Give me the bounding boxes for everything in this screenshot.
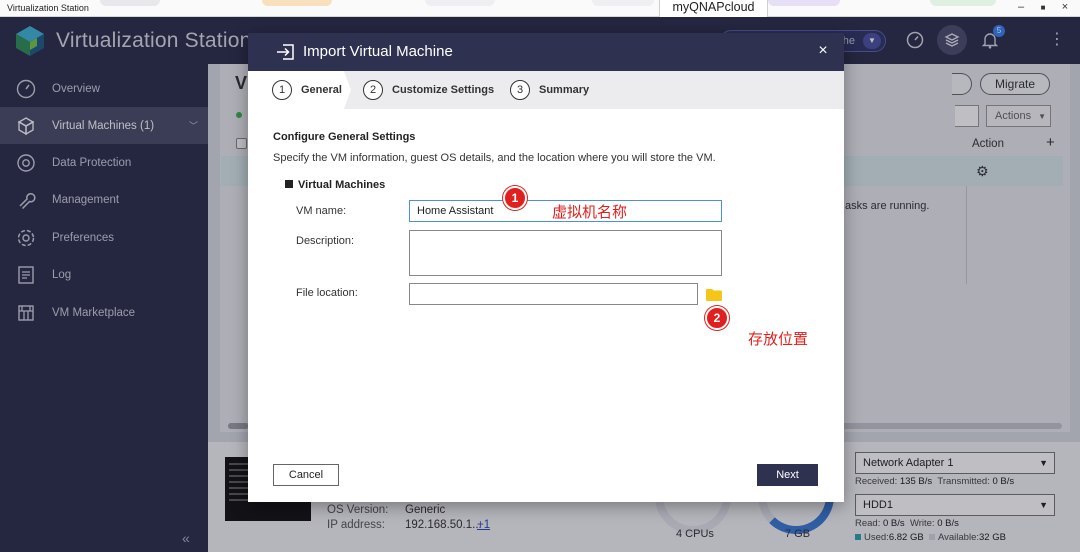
section-title: Configure General Settings [273, 131, 416, 143]
window-title: Virtualization Station [7, 3, 89, 13]
tab-blob [262, 0, 332, 6]
folder-icon[interactable] [706, 288, 722, 301]
myqnapcloud-tab[interactable]: myQNAPcloud [659, 0, 768, 18]
cancel-button[interactable]: Cancel [273, 464, 339, 486]
next-button[interactable]: Next [757, 464, 818, 486]
vm-name-label: VM name: [296, 205, 347, 217]
maximize-button[interactable]: ■ [1036, 1, 1050, 15]
step-label: General [301, 84, 342, 96]
import-vm-dialog: Import Virtual Machine × 1 General 2 Cus… [248, 33, 844, 502]
step-number: 1 [272, 80, 292, 100]
window-titlebar: Virtualization Station myQNAPcloud – ■ × [0, 0, 1080, 18]
close-window-button[interactable]: × [1058, 1, 1072, 15]
step-label: Summary [539, 84, 590, 96]
window-controls: – ■ × [1014, 1, 1072, 15]
step-general[interactable]: 1 General [272, 71, 342, 109]
tab-blob [100, 0, 160, 6]
group-title: Virtual Machines [285, 179, 385, 191]
description-label: Description: [296, 235, 355, 247]
tab-blob [425, 0, 495, 6]
step-customize-settings[interactable]: 2 Customize Settings [363, 71, 494, 109]
file-location-input[interactable] [409, 283, 698, 305]
dialog-title: Import Virtual Machine [303, 43, 453, 60]
description-textarea[interactable] [409, 230, 722, 276]
section-description: Specify the VM information, guest OS det… [273, 152, 716, 164]
annotation-marker-2: 2 [705, 306, 729, 330]
minimize-button[interactable]: – [1014, 1, 1028, 15]
tab-blob [592, 0, 654, 6]
dialog-header: Import Virtual Machine × [248, 33, 844, 71]
annotation-text-1: 虚拟机名称 [552, 204, 628, 221]
step-number: 2 [363, 80, 383, 100]
step-number: 3 [510, 80, 530, 100]
annotation-text-2: 存放位置 [748, 331, 809, 348]
close-icon[interactable]: × [812, 40, 834, 62]
annotation-marker-1: 1 [503, 186, 527, 210]
import-icon [277, 44, 294, 60]
tab-blob [768, 0, 840, 6]
file-location-label: File location: [296, 287, 358, 299]
step-summary[interactable]: 3 Summary [510, 71, 589, 109]
tab-blob [930, 0, 996, 6]
step-label: Customize Settings [392, 84, 495, 96]
